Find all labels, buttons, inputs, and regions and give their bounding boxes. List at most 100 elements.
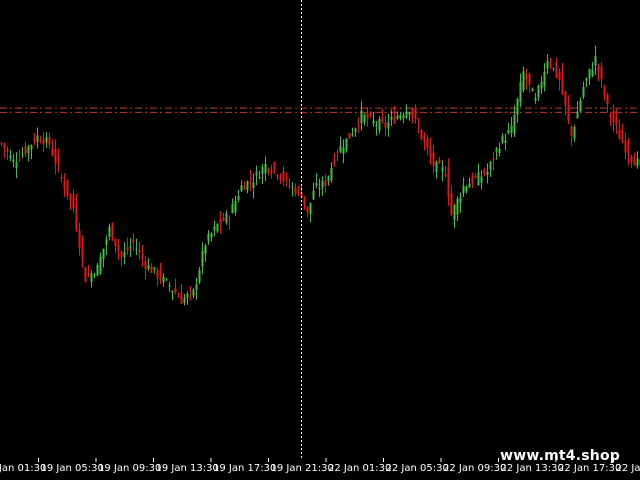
candle-body (312, 190, 315, 200)
candle (126, 237, 129, 255)
candle-body (69, 194, 72, 200)
candle-body (579, 100, 582, 112)
candle (222, 212, 225, 222)
candle (72, 188, 75, 213)
candle (426, 134, 429, 156)
candle (0, 141, 3, 147)
candle (336, 149, 339, 162)
candle-body (36, 135, 39, 142)
time-axis-label: 22 Jan 09:30 (443, 463, 506, 474)
candle (249, 169, 252, 191)
candle (60, 173, 63, 183)
candle-body (438, 159, 441, 164)
candle-body (531, 88, 534, 92)
candle-body (315, 183, 318, 186)
candle-body (429, 147, 432, 157)
candle-body (582, 87, 585, 98)
candle (471, 172, 474, 189)
candle-body (444, 174, 447, 177)
candle-body (564, 91, 567, 106)
time-axis-label: 22 Jan 05:30 (386, 463, 449, 474)
candle (258, 170, 261, 179)
candle (498, 142, 501, 157)
candle (405, 104, 408, 120)
candle (345, 138, 348, 153)
candle (279, 173, 282, 185)
candle-body (252, 182, 255, 188)
price-chart[interactable]: 19 Jan 01:3019 Jan 05:3019 Jan 09:3019 J… (0, 0, 640, 480)
candle (378, 115, 381, 134)
candle (630, 154, 633, 168)
candle-body (45, 136, 48, 143)
candle-body (360, 110, 363, 124)
candle (552, 67, 555, 72)
candle (489, 160, 492, 178)
candle-body (261, 167, 264, 174)
candle (177, 292, 180, 298)
candle (567, 95, 570, 125)
candle (213, 220, 216, 237)
candle-body (342, 147, 345, 155)
candle-body (369, 113, 372, 116)
candle-body (132, 239, 135, 243)
candle (123, 242, 126, 265)
candle-body (546, 61, 549, 69)
candle-body (294, 188, 297, 194)
candle-body (15, 162, 18, 168)
candle-body (354, 128, 357, 132)
candle (366, 107, 369, 127)
candle (603, 84, 606, 101)
candle (504, 133, 507, 151)
candle-body (507, 130, 510, 134)
candle (273, 161, 276, 174)
candle-body (504, 140, 507, 143)
candle-body (135, 248, 138, 250)
candle-body (180, 293, 183, 304)
candle-body (192, 289, 195, 296)
candle-body (393, 116, 396, 123)
candle (78, 222, 81, 256)
candle-body (540, 81, 543, 89)
candle-body (372, 120, 375, 124)
candle (468, 177, 471, 188)
candle-body (117, 244, 120, 251)
candle-body (54, 148, 57, 164)
candle-body (402, 115, 405, 119)
candle (333, 153, 336, 167)
candle (21, 147, 24, 159)
candle (246, 180, 249, 194)
candle-body (510, 125, 513, 133)
candle (15, 152, 18, 179)
candle-body (321, 180, 324, 188)
candle (264, 156, 267, 182)
candle-body (459, 197, 462, 204)
candle (420, 128, 423, 141)
time-axis-label: 22 Jan (616, 463, 640, 474)
candle-body (396, 115, 399, 119)
candle (24, 141, 27, 157)
candle (225, 210, 228, 225)
candle-body (207, 233, 210, 242)
candle-body (480, 176, 483, 183)
candle (543, 63, 546, 92)
candlestick-chart[interactable]: 19 Jan 01:3019 Jan 05:3019 Jan 09:3019 J… (0, 0, 640, 480)
candle-body (330, 167, 333, 181)
candle-body (222, 217, 225, 221)
candle-body (219, 219, 222, 224)
candle (372, 111, 375, 128)
candle (6, 146, 9, 160)
candle (63, 173, 66, 198)
candle-body (528, 73, 531, 85)
candle-body (537, 85, 540, 98)
candle-body (612, 110, 615, 123)
candle-body (630, 156, 633, 163)
candle-body (165, 278, 168, 280)
candle (168, 281, 171, 292)
candle-body (417, 127, 420, 129)
candle (111, 222, 114, 242)
candle (492, 152, 495, 171)
candle-body (525, 73, 528, 80)
candle (540, 76, 543, 94)
candle (507, 122, 510, 135)
candle (141, 245, 144, 267)
